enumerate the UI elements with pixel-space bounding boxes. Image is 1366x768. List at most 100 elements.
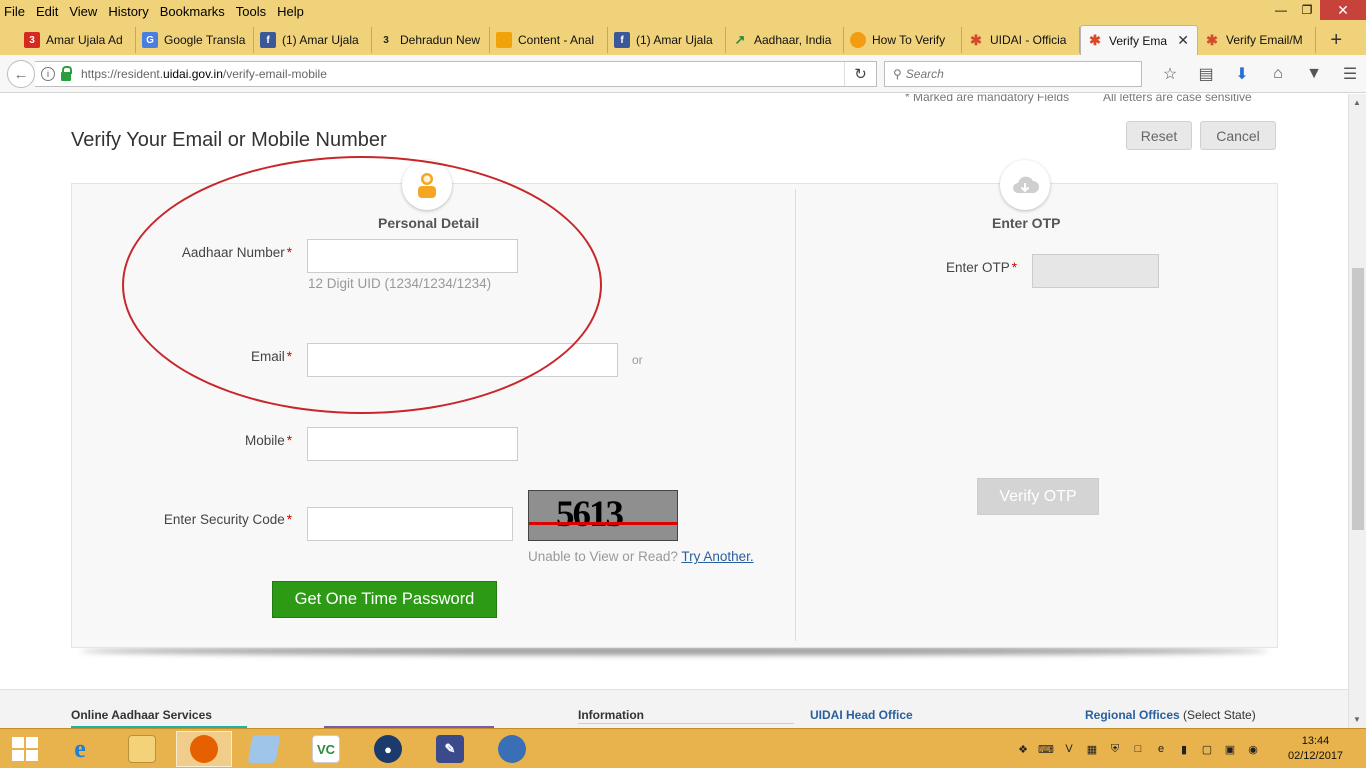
amar-ujala-icon: 3 (378, 32, 394, 48)
bookmark-star-icon[interactable]: ☆ (1152, 63, 1188, 85)
minimize-icon[interactable]: — (1268, 0, 1294, 20)
facebook-icon: f (614, 32, 630, 48)
windows-start-icon[interactable] (12, 737, 38, 761)
get-one-time-password-button[interactable]: Get One Time Password (272, 581, 497, 618)
close-tab-icon[interactable]: ✕ (1177, 32, 1189, 49)
page-scrollbar[interactable]: ▲ ▼ (1348, 94, 1366, 728)
close-window-icon[interactable]: ✕ (1320, 0, 1366, 20)
scroll-up-icon[interactable]: ▲ (1353, 98, 1361, 107)
required-asterisk: * (1011, 260, 1017, 275)
tab-amar-ujala-ad[interactable]: 3 Amar Ujala Ad (18, 27, 136, 53)
tab-content-analytics[interactable]: Content - Anal (490, 27, 608, 53)
new-tab-plus-icon[interactable]: + (1330, 30, 1342, 50)
enter-otp-heading: Enter OTP (992, 215, 1061, 231)
tray-app-icon[interactable]: ▦ (1083, 741, 1101, 757)
hamburger-menu-icon[interactable]: ☰ (1332, 63, 1366, 85)
try-another-link[interactable]: Try Another. (681, 549, 753, 564)
tab-uidai-official[interactable]: ✱ UIDAI - Officia (962, 27, 1080, 53)
back-arrow-icon[interactable]: ← (7, 60, 35, 88)
search-icon: ⚲ (893, 67, 902, 81)
otp-input[interactable] (1032, 254, 1159, 288)
tab-verify-email-mobile[interactable]: ✱ Verify Email/M (1198, 27, 1316, 53)
info-icon[interactable]: i (41, 67, 55, 81)
captcha-strike-line (529, 522, 677, 525)
taskbar-paw-app[interactable]: ● (360, 731, 416, 767)
tray-vc-icon[interactable]: V (1060, 741, 1078, 757)
tab-aadhaar-india[interactable]: ↗ Aadhaar, India (726, 27, 844, 53)
system-tray: ❖ ⌨ V ▦ ⛨ □ e ▮ ▢ ▣ ◉ (1014, 741, 1267, 757)
tab-strip: 3 Amar Ujala Ad G Google Transla f (1) A… (0, 22, 1366, 55)
tray-keyboard-icon[interactable]: ⌨ (1037, 741, 1055, 757)
url-text: https://resident.uidai.gov.in/verify-ema… (81, 67, 327, 81)
tray-pdf-icon[interactable]: ▢ (1198, 741, 1216, 757)
security-code-input[interactable] (307, 507, 513, 541)
required-asterisk: * (286, 512, 292, 527)
email-input[interactable] (307, 343, 618, 377)
footer-information: Information (578, 708, 644, 722)
taskbar-internet-explorer[interactable]: e (52, 731, 108, 767)
page-title: Verify Your Email or Mobile Number (71, 129, 387, 151)
vc-app-icon: VC (312, 735, 340, 763)
tray-green-icon[interactable]: e (1152, 741, 1170, 757)
taskbar-file-explorer[interactable] (114, 731, 170, 767)
taskbar-notes[interactable] (236, 731, 292, 767)
menu-file[interactable]: File (0, 4, 31, 19)
tab-facebook-amar-ujala-2[interactable]: f (1) Amar Ujala (608, 27, 726, 53)
tray-shield-icon[interactable]: ⛨ (1106, 741, 1124, 757)
home-icon[interactable]: ⌂ (1260, 63, 1296, 85)
tray-file-icon[interactable]: □ (1129, 741, 1147, 757)
cancel-button[interactable]: Cancel (1200, 121, 1276, 150)
tray-chart-icon[interactable]: ▮ (1175, 741, 1193, 757)
security-code-label-text: Enter Security Code (163, 512, 285, 527)
system-clock[interactable]: 13:44 02/12/2017 (1288, 734, 1343, 764)
menu-edit[interactable]: Edit (31, 4, 64, 19)
tray-display-icon[interactable]: ▣ (1221, 741, 1239, 757)
regional-offices-title[interactable]: Regional Offices (1085, 708, 1180, 722)
tab-dehradun-news[interactable]: 3 Dehradun New (372, 27, 490, 53)
taskbar-thunderbird[interactable] (484, 731, 540, 767)
page-content: * Marked are mandatory Fields All letter… (0, 94, 1348, 728)
aadhaar-hint: 12 Digit UID (1234/1234/1234) (308, 276, 492, 291)
scroll-down-icon[interactable]: ▼ (1353, 715, 1361, 724)
tab-label: Dehradun New (400, 33, 481, 47)
tray-network-icon[interactable]: ❖ (1014, 741, 1032, 757)
bookmarks-library-icon[interactable]: ▤ (1188, 63, 1224, 85)
menu-tools[interactable]: Tools (231, 4, 272, 19)
mobile-input[interactable] (307, 427, 518, 461)
tab-google-translate[interactable]: G Google Transla (136, 27, 254, 53)
captcha-text: 5613 (556, 494, 624, 535)
captcha-help: Unable to View or Read? Try Another. (528, 549, 754, 564)
search-bar[interactable]: ⚲ (884, 61, 1142, 87)
menu-help[interactable]: Help (272, 4, 310, 19)
search-input[interactable] (905, 67, 1106, 81)
taskbar-paint-app[interactable]: ✎ (422, 731, 478, 767)
verify-otp-button[interactable]: Verify OTP (977, 478, 1099, 515)
menu-history[interactable]: History (103, 4, 154, 19)
scrollbar-thumb[interactable] (1352, 268, 1364, 530)
clock-date: 02/12/2017 (1288, 750, 1344, 762)
reset-button[interactable]: Reset (1126, 121, 1192, 150)
tab-facebook-amar-ujala[interactable]: f (1) Amar Ujala (254, 27, 372, 53)
person-icon (402, 160, 452, 210)
taskbar-vc-app[interactable]: VC (298, 731, 354, 767)
menu-bookmarks[interactable]: Bookmarks (155, 4, 231, 19)
navigation-bar: ← i https://resident.uidai.gov.in/verify… (0, 55, 1366, 93)
email-label-text: Email (250, 349, 285, 364)
footer-head-office[interactable]: UIDAI Head Office (810, 708, 913, 722)
reload-icon[interactable]: ↻ (844, 62, 876, 86)
tray-volume-icon[interactable]: ◉ (1244, 741, 1262, 757)
tab-verify-email-active[interactable]: ✱ Verify Ema ✕ (1080, 25, 1198, 55)
menu-view[interactable]: View (64, 4, 103, 19)
download-arrow-icon[interactable]: ⬇ (1224, 63, 1260, 85)
pocket-icon[interactable]: ▼ (1296, 63, 1332, 85)
facebook-icon: f (260, 32, 276, 48)
taskbar-firefox[interactable] (176, 731, 232, 767)
case-sensitive-note: All letters are case sensitive (1103, 94, 1252, 104)
security-code-label: Enter Security Code * (140, 512, 292, 527)
restore-icon[interactable]: ❐ (1294, 0, 1320, 20)
aadhaar-number-input[interactable] (307, 239, 518, 273)
aadhaar-icon: ✱ (970, 31, 982, 48)
url-bar[interactable]: i https://resident.uidai.gov.in/verify-e… (35, 61, 877, 87)
mobile-label-text: Mobile (244, 433, 285, 448)
tab-how-to-verify[interactable]: How To Verify (844, 27, 962, 53)
